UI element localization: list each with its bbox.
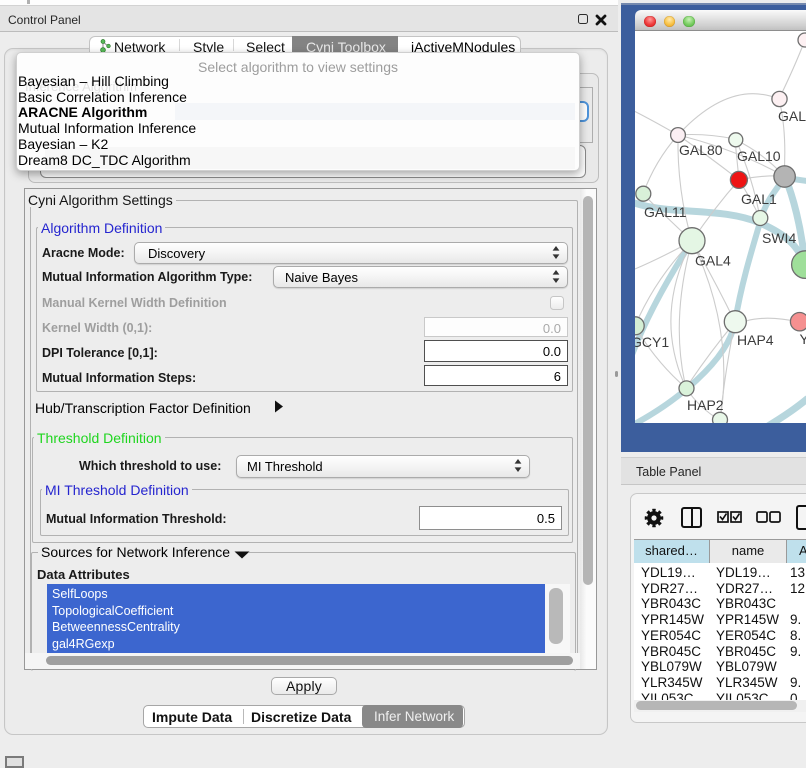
svg-text:SWI4: SWI4 (762, 230, 796, 246)
svg-text:Y: Y (800, 331, 806, 347)
svg-text:GAL7: GAL7 (778, 108, 806, 124)
svg-text:HAP2: HAP2 (687, 397, 724, 413)
svg-text:GAL1: GAL1 (741, 191, 777, 207)
svg-text:GAL80: GAL80 (679, 142, 723, 158)
svg-text:GCY1: GCY1 (635, 334, 669, 350)
svg-text:HAP4: HAP4 (737, 332, 774, 348)
svg-text:GAL10: GAL10 (737, 148, 781, 164)
svg-text:GAL4: GAL4 (695, 253, 731, 269)
svg-text:GAL11: GAL11 (644, 204, 687, 220)
